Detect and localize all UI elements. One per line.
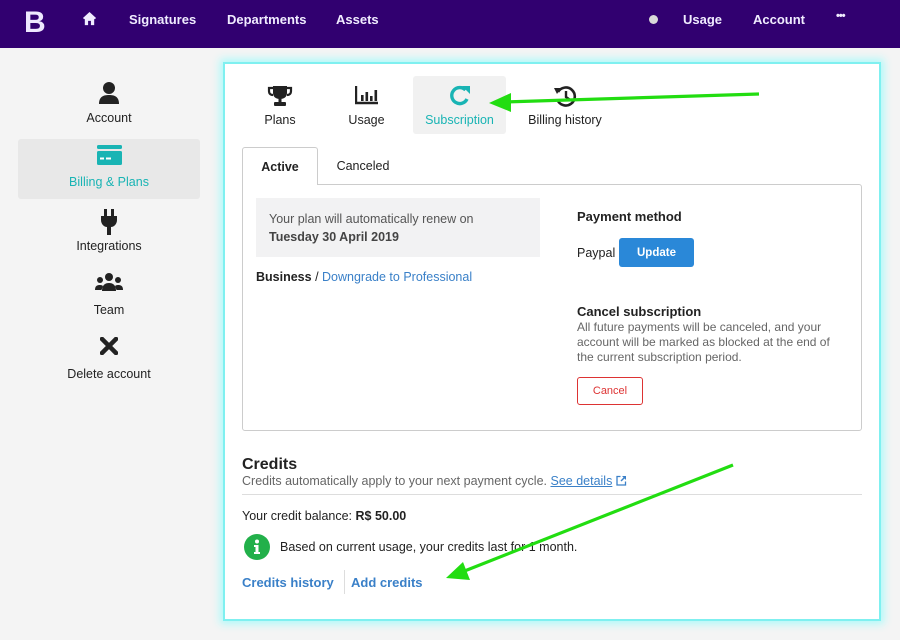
sidebar-item-billing[interactable]: Billing & Plans [18, 139, 200, 199]
cancel-subscription-description: All future payments will be canceled, an… [577, 320, 830, 364]
tab-canceled[interactable]: Canceled [318, 147, 408, 185]
credits-history-link[interactable]: Credits history [242, 575, 334, 590]
sidebar-item-account[interactable]: Account [18, 75, 200, 135]
payment-method-value: Paypal [577, 246, 616, 260]
tab-active[interactable]: Active [242, 147, 318, 185]
subtab-label: Billing history [528, 113, 602, 127]
nav-account[interactable]: Account [753, 12, 805, 27]
subtab-billing-history[interactable]: Billing history [521, 76, 609, 134]
cancel-subscription-title: Cancel subscription [577, 304, 702, 319]
more-menu-icon[interactable]: ••• [836, 10, 846, 22]
subtab-plans[interactable]: Plans [249, 76, 311, 134]
brand-logo[interactable]: B [24, 6, 46, 40]
history-icon [521, 85, 609, 107]
current-plan: Business / Downgrade to Professional [256, 270, 472, 284]
status-dot-icon [649, 15, 658, 24]
renewal-notice: Your plan will automatically renew on Tu… [256, 198, 540, 257]
sidebar-item-integrations[interactable]: Integrations [18, 203, 200, 263]
sidebar-item-delete-account[interactable]: Delete account [18, 331, 200, 391]
update-payment-button[interactable]: Update [619, 238, 694, 267]
see-details-label: See details [550, 474, 613, 488]
plan-name: Business [256, 270, 312, 284]
users-icon [18, 267, 200, 293]
credits-subtitle: Credits automatically apply to your next… [242, 474, 627, 489]
credits-title: Credits [242, 456, 298, 473]
subscription-tabs: Active Canceled [242, 147, 862, 185]
sidebar-item-label: Account [86, 111, 132, 125]
sidebar: Account Billing & Plans Integrations Tea… [18, 75, 200, 395]
nav-departments[interactable]: Departments [227, 12, 306, 27]
plug-icon [18, 203, 200, 235]
info-icon [244, 534, 270, 560]
subtab-label: Plans [264, 113, 296, 127]
downgrade-link[interactable]: Downgrade to Professional [322, 270, 472, 284]
sidebar-item-label: Team [93, 303, 125, 317]
subtab-usage[interactable]: Usage [334, 76, 399, 134]
credits-subtitle-text: Credits automatically apply to your next… [242, 474, 547, 488]
main-panel: Plans Usage Subscription Billing history… [223, 62, 881, 621]
sidebar-item-label: Delete account [67, 367, 151, 381]
user-icon [18, 75, 200, 104]
sidebar-item-label: Billing & Plans [69, 175, 149, 189]
nav-signatures[interactable]: Signatures [129, 12, 196, 27]
trophy-icon [249, 85, 311, 107]
cancel-subscription-button[interactable]: Cancel [577, 377, 643, 405]
credits-duration-text: Based on current usage, your credits las… [280, 540, 578, 554]
bar-chart-icon [334, 85, 399, 107]
subtab-subscription[interactable]: Subscription [413, 76, 506, 134]
top-navbar: B Signatures Departments Assets Usage Ac… [0, 0, 900, 48]
credit-balance-label: Your credit balance: [242, 509, 356, 523]
credit-balance: Your credit balance: R$ 50.00 [242, 509, 406, 523]
refresh-icon [413, 85, 506, 107]
see-details-link[interactable]: See details [550, 474, 612, 488]
external-link-icon [616, 475, 627, 489]
sidebar-item-label: Integrations [76, 239, 142, 253]
nav-assets[interactable]: Assets [336, 12, 379, 27]
home-icon[interactable] [82, 11, 97, 26]
active-subscription-content: Your plan will automatically renew on Tu… [242, 184, 862, 431]
renewal-date: Tuesday 30 April 2019 [269, 230, 399, 244]
renewal-text: Your plan will automatically renew on [269, 212, 474, 226]
nav-usage[interactable]: Usage [683, 12, 722, 27]
add-credits-link[interactable]: Add credits [351, 575, 423, 590]
plan-separator: / [311, 270, 323, 284]
subtab-label: Usage [348, 113, 385, 127]
link-separator [344, 570, 345, 594]
credit-card-icon [18, 139, 200, 165]
credits-divider [242, 494, 862, 495]
sidebar-item-team[interactable]: Team [18, 267, 200, 327]
payment-method-title: Payment method [577, 209, 682, 224]
close-icon [18, 331, 200, 357]
credit-balance-value: R$ 50.00 [355, 509, 407, 523]
subtab-label: Subscription [425, 113, 494, 127]
